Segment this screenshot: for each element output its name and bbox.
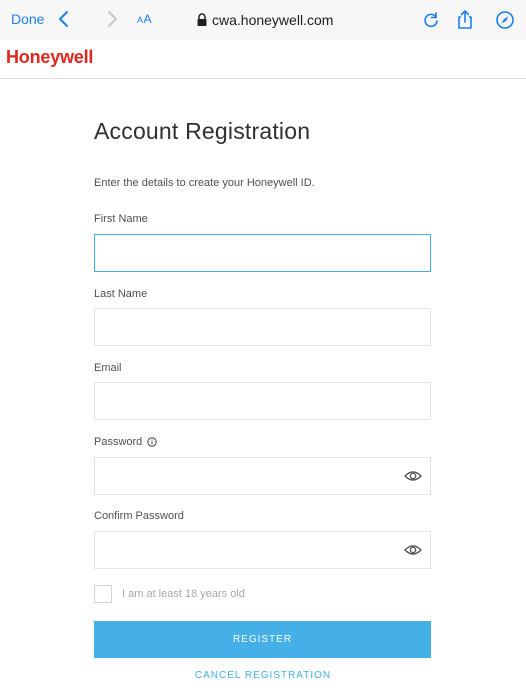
browser-toolbar: Done AA cwa.honeywell.com — [0, 0, 526, 40]
password-label-text: Password — [94, 436, 143, 448]
confirm-password-label-text: Confirm Password — [94, 510, 184, 522]
email-input[interactable] — [95, 383, 430, 419]
email-label: Email — [94, 362, 122, 374]
age-confirmation: I am at least 18 years old — [94, 585, 245, 603]
first-name-input[interactable] — [95, 235, 430, 271]
first-name-field[interactable] — [94, 234, 431, 272]
last-name-label-text: Last Name — [94, 288, 148, 300]
last-name-input[interactable] — [95, 309, 430, 345]
info-icon[interactable] — [147, 437, 157, 447]
eye-icon[interactable] — [404, 469, 422, 483]
password-input[interactable] — [95, 458, 430, 494]
back-chevron-icon[interactable] — [55, 9, 75, 29]
page-subtitle: Enter the details to create your Honeywe… — [94, 177, 315, 189]
done-button[interactable]: Done — [11, 11, 44, 27]
honeywell-logo[interactable]: Honeywell — [6, 47, 93, 68]
reload-icon[interactable] — [420, 9, 442, 31]
password-field[interactable] — [94, 457, 431, 495]
cancel-registration-link[interactable]: CANCEL REGISTRATION — [0, 670, 526, 681]
confirm-password-label: Confirm Password — [94, 510, 184, 522]
site-header: Honeywell — [0, 40, 526, 79]
first-name-label: First Name — [94, 213, 148, 225]
register-button[interactable]: REGISTER — [94, 621, 431, 658]
compass-icon[interactable] — [494, 9, 516, 31]
confirm-password-field[interactable] — [94, 531, 431, 569]
password-label: Password — [94, 436, 157, 448]
text-size-large-a: A — [143, 12, 153, 26]
text-size-button[interactable]: AA — [137, 12, 152, 26]
first-name-label-text: First Name — [94, 213, 148, 225]
last-name-field[interactable] — [94, 308, 431, 346]
forward-chevron-icon[interactable] — [101, 9, 121, 29]
address-bar[interactable]: cwa.honeywell.com — [196, 10, 333, 30]
age-checkbox[interactable] — [94, 585, 112, 603]
email-field[interactable] — [94, 382, 431, 420]
url-text: cwa.honeywell.com — [212, 12, 334, 28]
share-icon[interactable] — [454, 9, 476, 31]
lock-icon — [197, 13, 207, 26]
last-name-label: Last Name — [94, 288, 147, 300]
email-label-text: Email — [94, 362, 122, 374]
confirm-password-input[interactable] — [95, 532, 430, 568]
page-title: Account Registration — [94, 118, 311, 144]
eye-icon[interactable] — [404, 543, 422, 557]
age-checkbox-label: I am at least 18 years old — [122, 588, 245, 600]
